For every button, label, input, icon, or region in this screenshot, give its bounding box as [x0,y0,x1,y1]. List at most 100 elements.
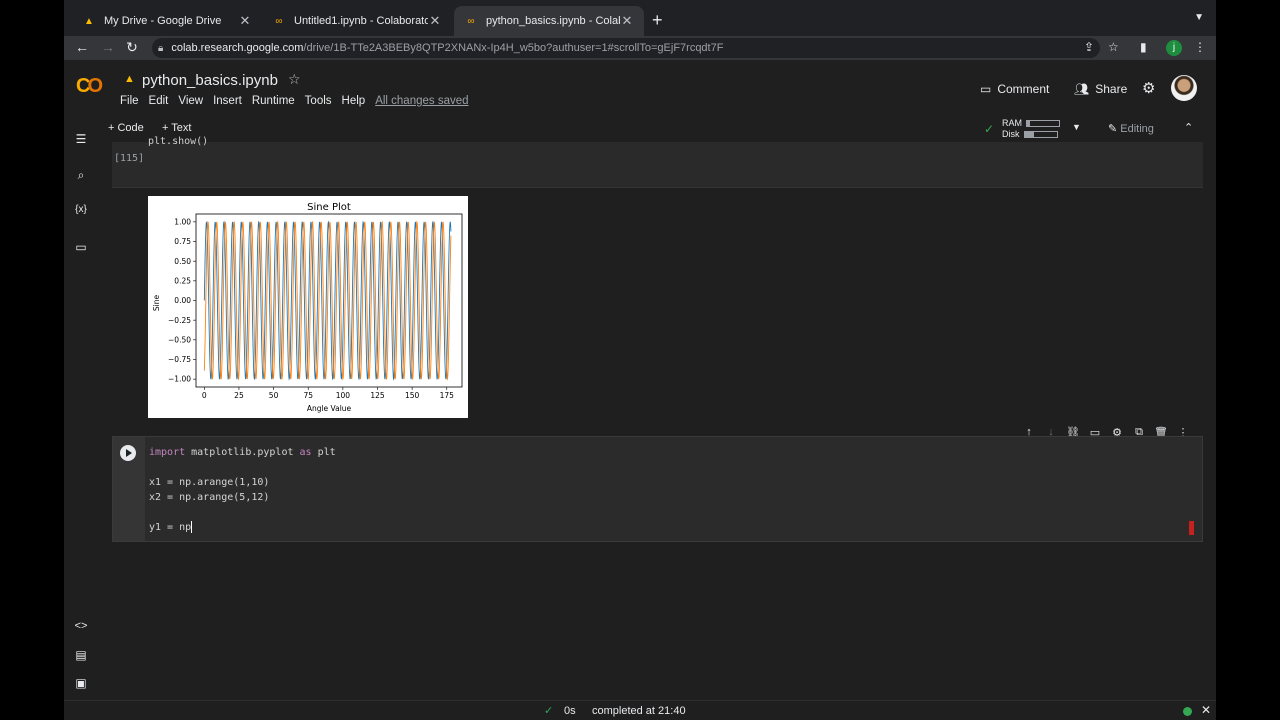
code-snippets-icon[interactable]: <> [73,620,89,632]
lint-warning-marker [1189,521,1194,535]
table-of-contents-icon[interactable]: ☰ [73,132,89,146]
x-tick-label: 75 [303,391,313,400]
command-palette-icon[interactable]: ▤ [73,648,89,662]
y-tick-label: 1.00 [174,217,191,226]
execution-status[interactable]: completed at 21:40 [592,705,686,717]
cell-gutter [113,437,145,541]
tab-title: Untitled1.ipynb - Colaboratory [294,15,428,27]
menu-edit[interactable]: Edit [149,95,169,107]
add-text-button[interactable]: + Text [162,122,191,134]
pencil-icon: ✎ [1108,123,1118,135]
code-text: matplotlib.pyplot [185,447,300,458]
colab-icon: ∞ [467,15,475,27]
comment-button[interactable]: ▭ Comment [980,82,1049,96]
chart-title: Sine Plot [307,202,351,213]
status-bar: ✓ 0s completed at 21:40 ✕ [64,700,1216,720]
keyword-as: as [299,447,312,458]
colab-logo[interactable]: CO [76,75,103,98]
previous-code-cell[interactable]: plt.show() [115] [112,136,1203,188]
share-page-icon[interactable]: ⇪ [1084,40,1094,54]
cell-output-plot: Sine Plot Angle Value Sine 0 25 50 75 100 125… [148,196,468,418]
runtime-status-dot [1183,707,1192,716]
y-axis-label: Sine [152,295,161,312]
code-line-4: x2 = np.arange(5,12) [149,492,270,503]
menu-insert[interactable]: Insert [213,95,242,107]
menu-help[interactable]: Help [342,95,366,107]
menu-bar: File Edit View Insert Runtime Tools Help… [120,95,469,107]
browser-menu-icon[interactable]: ⋮ [1194,40,1206,54]
address-bar[interactable]: 🔒︎ colab.research.google.com/drive/1B-TT… [152,38,1100,58]
y-tick-label: 0.00 [174,296,191,305]
new-tab-button[interactable]: + [652,10,663,31]
url-host: colab.research.google.com [171,42,304,54]
menu-tools[interactable]: Tools [305,95,332,107]
share-button[interactable]: 👥︎ Share [1074,82,1127,96]
side-panel-icon[interactable]: ▮ [1140,40,1147,54]
tab-title: My Drive - Google Drive [104,15,222,27]
url-path: /drive/1B-TTe2A3BEBy8QTP2XNANx-Ip4H_w5bo… [303,42,724,54]
resources-dropdown-icon[interactable]: ▼ [1072,122,1081,132]
back-icon[interactable]: ← [72,39,92,55]
resources-indicator[interactable]: RAM Disk [1002,118,1060,140]
search-icon[interactable]: ⌕ [73,168,89,183]
tab-python-basics[interactable]: ∞ python_basics.ipynb - Colabora ✕ [454,6,644,36]
y-tick-label: −0.50 [168,335,191,344]
previous-cell-code: plt.show() [148,136,209,147]
tab-google-drive[interactable]: ▲ My Drive - Google Drive ✕ [72,6,262,36]
colab-icon: ∞ [275,15,283,27]
sine-chart: Sine Plot Angle Value Sine 0 25 50 75 100 125… [152,202,463,413]
settings-gear-icon[interactable]: ⚙ [1142,79,1155,97]
drive-icon: ▲ [124,73,135,85]
close-tab-icon[interactable]: ✕ [620,13,634,29]
y-tick-label: −0.75 [168,355,191,364]
ram-label: RAM [1002,118,1022,128]
tab-search-icon[interactable]: ▼ [1194,12,1204,23]
code-editor[interactable]: import matplotlib.pyplot as plt x1 = np.… [149,445,336,535]
close-tab-icon[interactable]: ✕ [428,13,442,29]
code-line-1: import matplotlib.pyplot as plt [149,447,336,458]
active-code-cell[interactable]: import matplotlib.pyplot as plt x1 = np.… [112,436,1203,542]
browser-toolbar: ← → ↻ 🔒︎ colab.research.google.com/drive… [64,36,1216,60]
keyword-import: import [149,447,186,458]
x-tick-label: 25 [234,391,244,400]
menu-runtime[interactable]: Runtime [252,95,295,107]
y-tick-label: 0.75 [174,237,191,246]
ram-meter [1026,120,1060,128]
terminal-icon[interactable]: ▣ [73,676,89,690]
save-status[interactable]: All changes saved [375,95,468,107]
tab-title: python_basics.ipynb - Colabora [486,15,620,27]
close-tab-icon[interactable]: ✕ [238,13,252,29]
files-folder-icon[interactable]: ▭ [73,240,89,254]
x-tick-label: 100 [336,391,351,400]
disk-meter [1023,131,1058,139]
star-icon[interactable]: ☆ [288,71,301,88]
connected-check-icon: ✓ [984,122,995,136]
editing-label: Editing [1120,123,1154,135]
notebook-title[interactable]: python_basics.ipynb [142,72,278,89]
code-line-3: x1 = np.arange(1,10) [149,477,270,488]
comment-label: Comment [997,82,1050,96]
collapse-header-icon[interactable]: ⌃ [1184,121,1193,134]
bookmark-star-icon[interactable]: ☆ [1108,40,1119,54]
run-cell-button[interactable] [120,445,136,461]
forward-icon[interactable]: → [98,39,118,55]
menu-view[interactable]: View [178,95,203,107]
x-tick-label: 125 [370,391,385,400]
ram-fill [1027,121,1031,127]
browser-window: ▲ My Drive - Google Drive ✕ ∞ Untitled1.… [64,0,1216,720]
x-axis-label: Angle Value [307,404,352,413]
profile-avatar[interactable]: j [1166,40,1182,56]
close-status-icon[interactable]: ✕ [1201,703,1211,717]
tab-strip: ▲ My Drive - Google Drive ✕ ∞ Untitled1.… [64,0,1216,36]
variables-icon[interactable]: {x} [73,204,89,215]
code-line-6: y1 = np [149,521,193,533]
user-avatar[interactable] [1171,75,1197,101]
reload-icon[interactable]: ↻ [122,39,142,56]
left-rail: ☰ ⌕ {x} ▭ <> ▤ ▣ [64,132,98,700]
disk-fill [1024,132,1035,138]
editing-mode-button[interactable]: ✎ Editing [1108,122,1154,135]
tab-untitled1[interactable]: ∞ Untitled1.ipynb - Colaboratory ✕ [262,6,452,36]
code-text: plt [311,447,336,458]
menu-file[interactable]: File [120,95,139,107]
add-code-button[interactable]: + Code [108,122,144,134]
